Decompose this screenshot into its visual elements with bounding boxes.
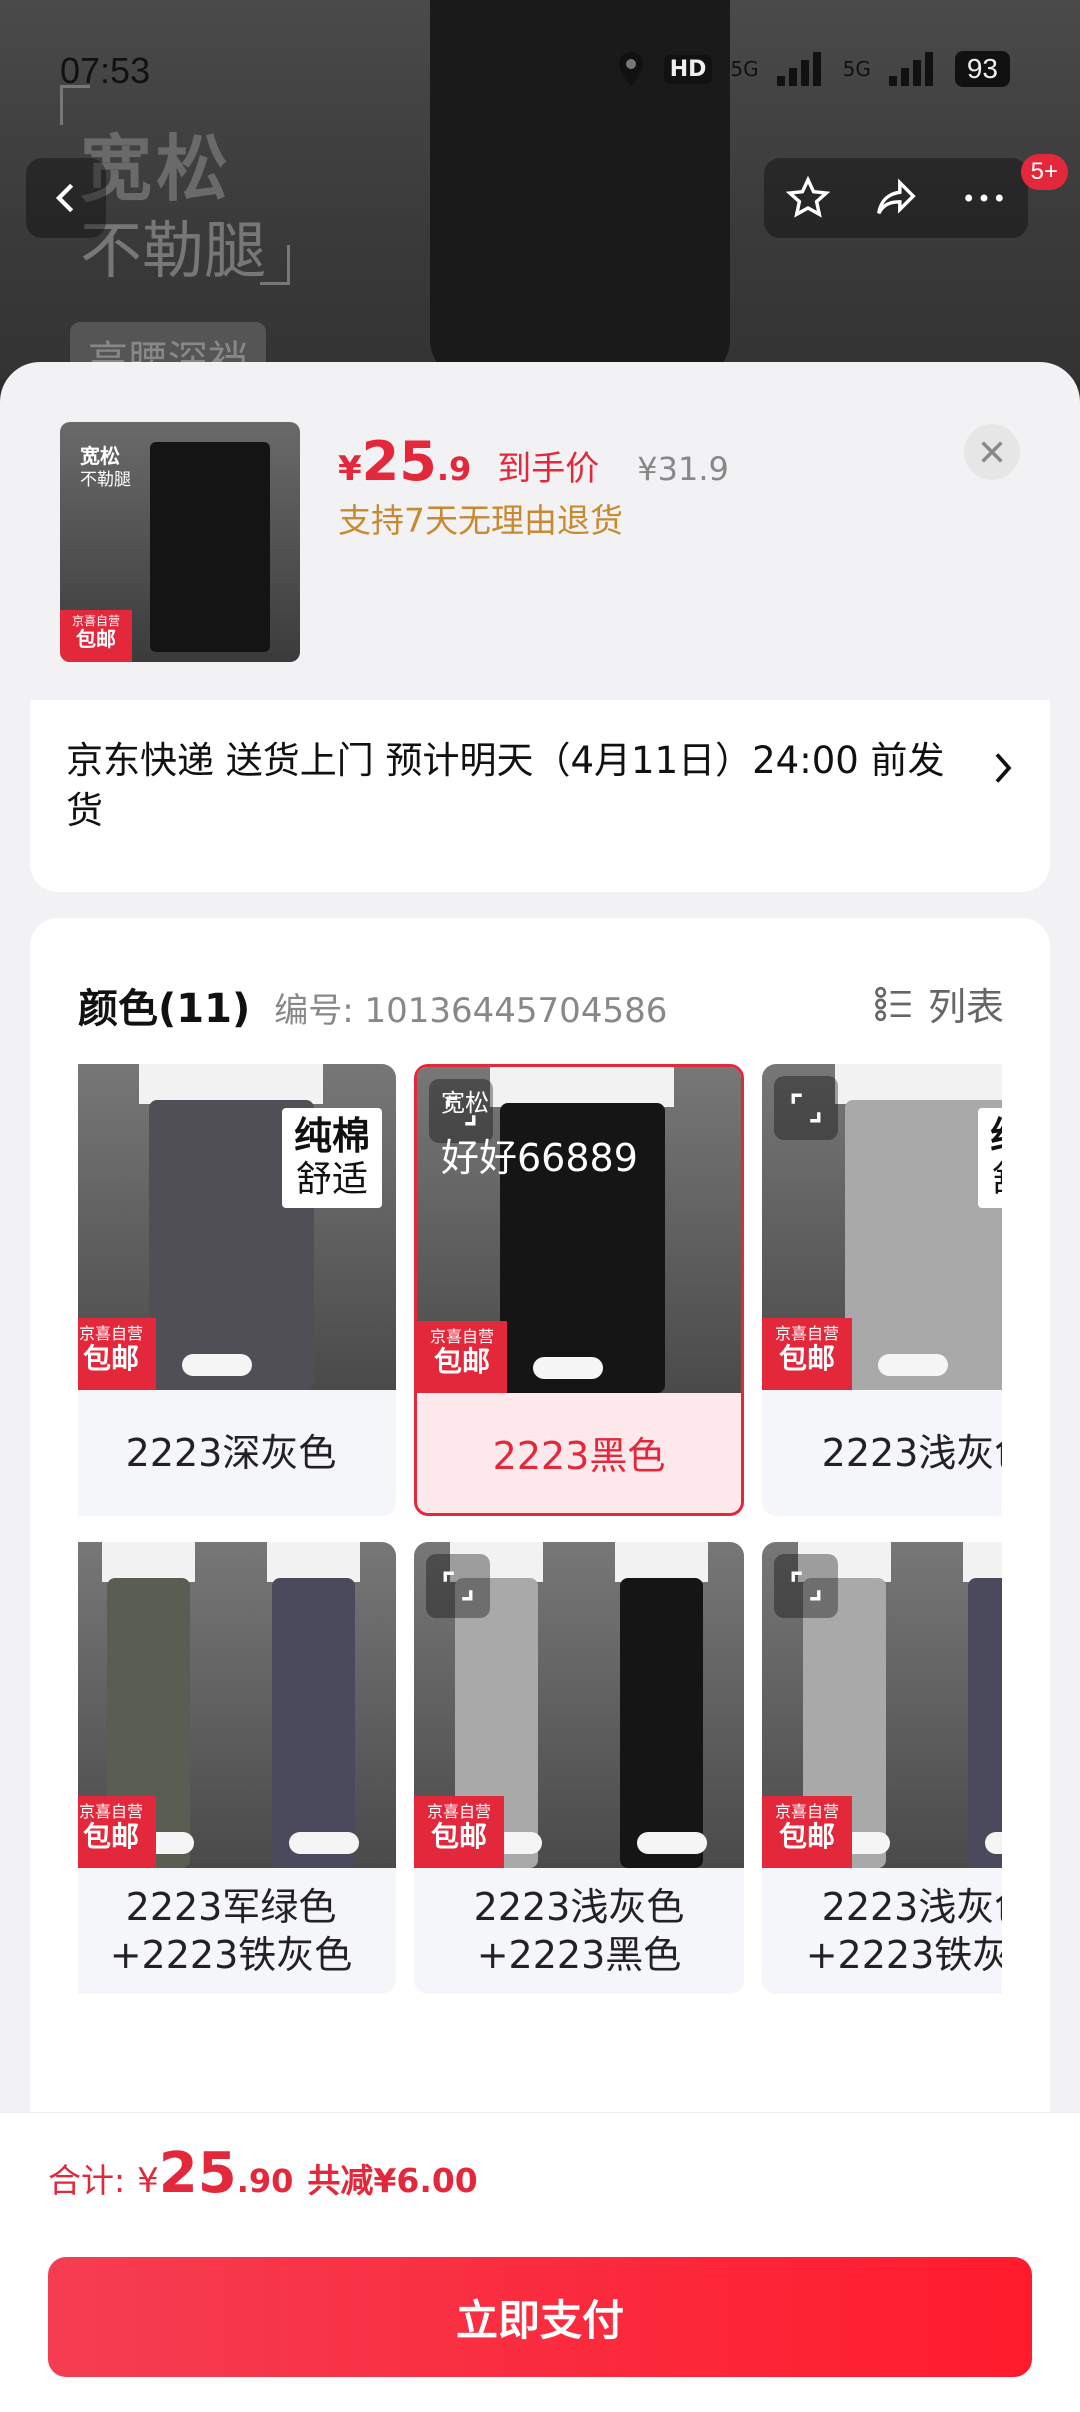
signal-icon	[888, 52, 937, 86]
free-shipping-tag: 京喜自营 包邮	[78, 1318, 156, 1390]
product-thumbnail[interactable]: 宽松 不勒腿 京喜自营 包邮	[60, 422, 300, 662]
color-option[interactable]: 纯棉舒适京喜自营包邮 2223浅灰色	[762, 1064, 1002, 1516]
checkout-bar: 合计: ¥ 25 .90 共减¥6.00 立即支付	[0, 2112, 1080, 2412]
model-shoe	[181, 1354, 252, 1376]
price-integer: 25	[361, 430, 437, 493]
model-shirt	[138, 1064, 324, 1104]
model-shirt	[963, 1542, 1002, 1582]
share-icon[interactable]	[873, 175, 919, 221]
free-shipping-tag: 京喜自营 包邮	[762, 1318, 852, 1390]
banner-subtitle: 不勒腿	[80, 214, 267, 287]
original-price: ¥31.9	[637, 450, 729, 488]
free-shipping-tag: 京喜自营 包邮	[60, 610, 132, 662]
color-option-label: 2223军绿色 +2223铁灰色	[109, 1885, 353, 1977]
chevron-right-icon	[990, 750, 1016, 790]
model-shoe	[984, 1832, 1002, 1854]
color-option[interactable]: 京喜自营包邮 2223浅灰色 +2223铁灰色	[762, 1542, 1002, 1994]
network-label: 5G	[842, 57, 871, 81]
close-button[interactable]	[964, 424, 1020, 480]
product-code: 编号: 10136445704586	[274, 991, 668, 1031]
battery-icon: 93	[954, 51, 1010, 87]
pay-now-button[interactable]: 立即支付	[48, 2257, 1032, 2377]
color-options: 纯棉舒适京喜自营包邮 2223深灰色 宽松好好66889 京喜自营包邮 2223黑色 纯棉…	[78, 1064, 1002, 2024]
return-policy: 支持7天无理由退货	[338, 501, 623, 540]
model-shirt	[489, 1067, 675, 1107]
model-shirt	[102, 1542, 195, 1582]
pants-1	[272, 1578, 355, 1868]
total-row: 合计: ¥ 25 .90 共减¥6.00	[48, 2141, 478, 2206]
signal-icon	[776, 52, 825, 86]
list-view-toggle[interactable]: 列表	[874, 976, 1004, 1031]
total-savings: 共减¥6.00	[307, 2161, 478, 2200]
more-icon[interactable]	[961, 175, 1007, 221]
back-button[interactable]	[26, 158, 106, 238]
chevron-left-icon	[55, 183, 74, 213]
price-row: ¥ 25 .9 到手价 ¥31.9	[338, 430, 729, 493]
color-option-image: 宽松好好66889 京喜自营 包邮	[417, 1067, 741, 1393]
total-symbol: ¥	[137, 2161, 159, 2201]
expand-icon[interactable]	[774, 1076, 838, 1140]
color-option[interactable]: 纯棉 舒适京喜自营 包邮 2223深灰色	[78, 1064, 396, 1516]
location-icon	[618, 52, 643, 86]
free-shipping-tag: 京喜自营 包邮	[417, 1321, 507, 1393]
close-icon	[981, 441, 1003, 463]
spec-header: 颜色(11) 编号: 10136445704586	[78, 976, 667, 1034]
price-label: 到手价	[497, 449, 600, 489]
model-shoe	[877, 1354, 948, 1376]
total-integer: 25	[158, 2141, 237, 2206]
hd-icon: HD	[663, 54, 713, 84]
message-badge: 5+	[1020, 154, 1068, 190]
color-option-image: 京喜自营 包邮	[78, 1542, 396, 1868]
free-shipping-tag: 京喜自营 包邮	[78, 1796, 156, 1868]
color-option-image: 纯棉舒适京喜自营包邮	[78, 1064, 396, 1390]
star-icon[interactable]	[785, 175, 831, 221]
color-option[interactable]: 京喜自营 包邮 2223浅灰色 +2223黑色	[414, 1542, 744, 1994]
list-view-label: 列表	[927, 985, 1004, 1029]
model-shirt	[834, 1064, 1002, 1104]
color-option-label: 2223浅灰色 +2223黑色	[473, 1885, 685, 1977]
material-badge: 纯棉舒适	[281, 1108, 382, 1208]
free-shipping-tag: 京喜自营 包邮	[762, 1796, 852, 1868]
color-option[interactable]: 宽松好好66889 京喜自营 包邮 2223黑色	[414, 1064, 744, 1516]
thumbnail-title: 宽松 不勒腿	[80, 444, 131, 490]
model-shoe	[288, 1832, 359, 1854]
nav-actions	[764, 158, 1028, 238]
spec-card: 颜色(11) 编号: 10136445704586 列表 纯棉 舒适京喜自营 包邮 2…	[30, 918, 1050, 2218]
model-shirt	[615, 1542, 708, 1582]
status-time: 07:53	[60, 50, 151, 91]
free-shipping-tag: 京喜自营 包邮	[414, 1796, 504, 1868]
status-icons: HD 5G 5G 93	[616, 50, 1010, 88]
model-shoe	[532, 1357, 603, 1379]
color-option-image: 京喜自营 包邮	[762, 1542, 1002, 1868]
model-shoe	[636, 1832, 707, 1854]
shipping-card[interactable]: 京东快递 送货上门 预计明天（4月11日）24:00 前发货	[30, 700, 1050, 892]
total-decimal: .90	[236, 2162, 294, 2200]
color-title: 颜色(11)	[78, 986, 251, 1032]
watermark-text: 好好66889	[441, 1136, 638, 1180]
color-option-label: 2223浅灰色	[821, 1431, 1002, 1475]
color-option-label: 2223深灰色	[125, 1431, 337, 1475]
expand-icon[interactable]	[774, 1554, 838, 1618]
model-shirt	[267, 1542, 360, 1582]
color-option[interactable]: 京喜自营 包邮 2223军绿色 +2223铁灰色	[78, 1542, 396, 1994]
thumbnail-pants	[150, 442, 270, 652]
color-option-label: 2223黑色	[492, 1434, 666, 1478]
color-option-label: 2223浅灰色 +2223铁灰色	[805, 1885, 1002, 1977]
price-symbol: ¥	[338, 449, 362, 489]
sku-sheet: 宽松 不勒腿 京喜自营 包邮 ¥ 25 .9 到手价 ¥31.9 支持7天无理由…	[0, 362, 1080, 2218]
pants-1	[620, 1578, 703, 1868]
color-option-image: 纯棉舒适京喜自营包邮	[762, 1064, 1002, 1390]
thumbnail-title: 宽松	[441, 1089, 489, 1117]
network-label: 5G	[730, 57, 759, 81]
pants-1	[968, 1578, 1002, 1868]
shipping-text: 京东快递 送货上门 预计明天（4月11日）24:00 前发货	[66, 739, 945, 832]
expand-icon[interactable]	[426, 1554, 490, 1618]
material-badge: 纯棉舒适	[977, 1108, 1002, 1208]
product-header: 宽松 不勒腿 京喜自营 包邮 ¥ 25 .9 到手价 ¥31.9 支持7天无理由…	[0, 362, 1080, 702]
total-label: 合计:	[48, 2161, 126, 2200]
color-option-image: 京喜自营 包邮	[414, 1542, 744, 1868]
status-bar: 07:53 HD 5G 5G 93	[0, 0, 1080, 110]
price-decimal: .9	[436, 450, 472, 488]
list-icon	[875, 986, 911, 1021]
